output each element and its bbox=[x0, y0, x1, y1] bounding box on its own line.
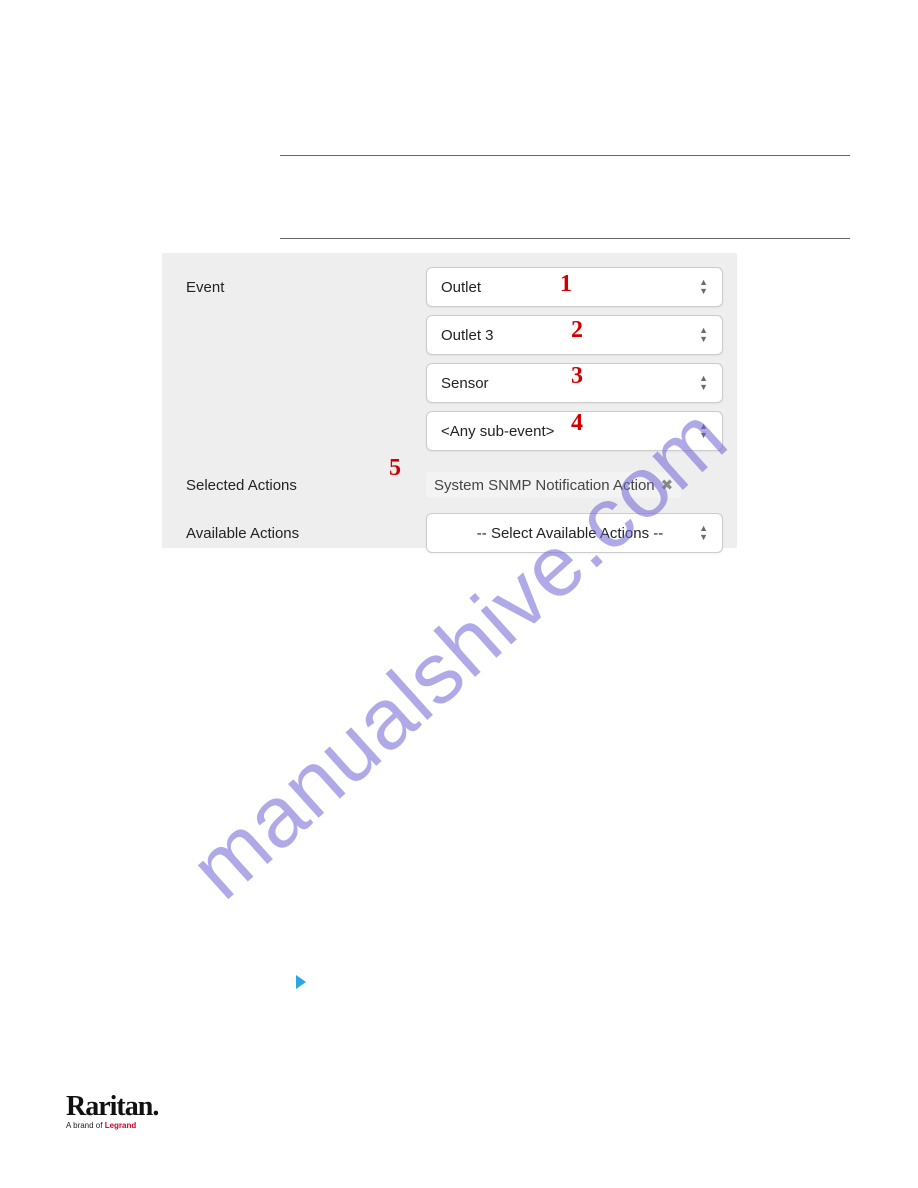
spinner-icon: ▲▼ bbox=[699, 422, 708, 440]
chip-text: System SNMP Notification Action bbox=[434, 477, 655, 494]
select-placeholder: -- Select Available Actions -- bbox=[441, 525, 699, 542]
event-rule-panel: Event Outlet ▲▼ Outlet 3 ▲▼ Sensor ▲▼ bbox=[162, 253, 737, 548]
select-value: Outlet 3 bbox=[441, 327, 494, 344]
selected-action-chip: System SNMP Notification Action ✖ bbox=[426, 472, 681, 498]
brand-logo: Raritan. bbox=[66, 1091, 158, 1123]
divider-mid bbox=[280, 238, 850, 239]
select-value: Outlet bbox=[441, 279, 481, 296]
spinner-icon: ▲▼ bbox=[699, 374, 708, 392]
divider-top bbox=[280, 155, 850, 156]
event-select-outlet[interactable]: Outlet ▲▼ bbox=[426, 267, 723, 307]
event-select-anysub[interactable]: <Any sub-event> ▲▼ bbox=[426, 411, 723, 451]
play-icon bbox=[296, 975, 306, 989]
event-label: Event bbox=[162, 279, 426, 296]
spinner-icon: ▲▼ bbox=[699, 326, 708, 344]
event-select-outlet3[interactable]: Outlet 3 ▲▼ bbox=[426, 315, 723, 355]
select-value: Sensor bbox=[441, 375, 489, 392]
available-actions-select[interactable]: -- Select Available Actions -- ▲▼ bbox=[426, 513, 723, 553]
spinner-icon: ▲▼ bbox=[699, 278, 708, 296]
spinner-icon: ▲▼ bbox=[699, 524, 708, 542]
remove-chip-icon[interactable]: ✖ bbox=[661, 476, 674, 494]
event-select-sensor[interactable]: Sensor ▲▼ bbox=[426, 363, 723, 403]
available-actions-label: Available Actions bbox=[162, 525, 426, 542]
select-value: <Any sub-event> bbox=[441, 423, 554, 440]
footer: Raritan. A brand of Legrand bbox=[66, 1091, 158, 1130]
selected-actions-label: Selected Actions bbox=[162, 477, 426, 494]
